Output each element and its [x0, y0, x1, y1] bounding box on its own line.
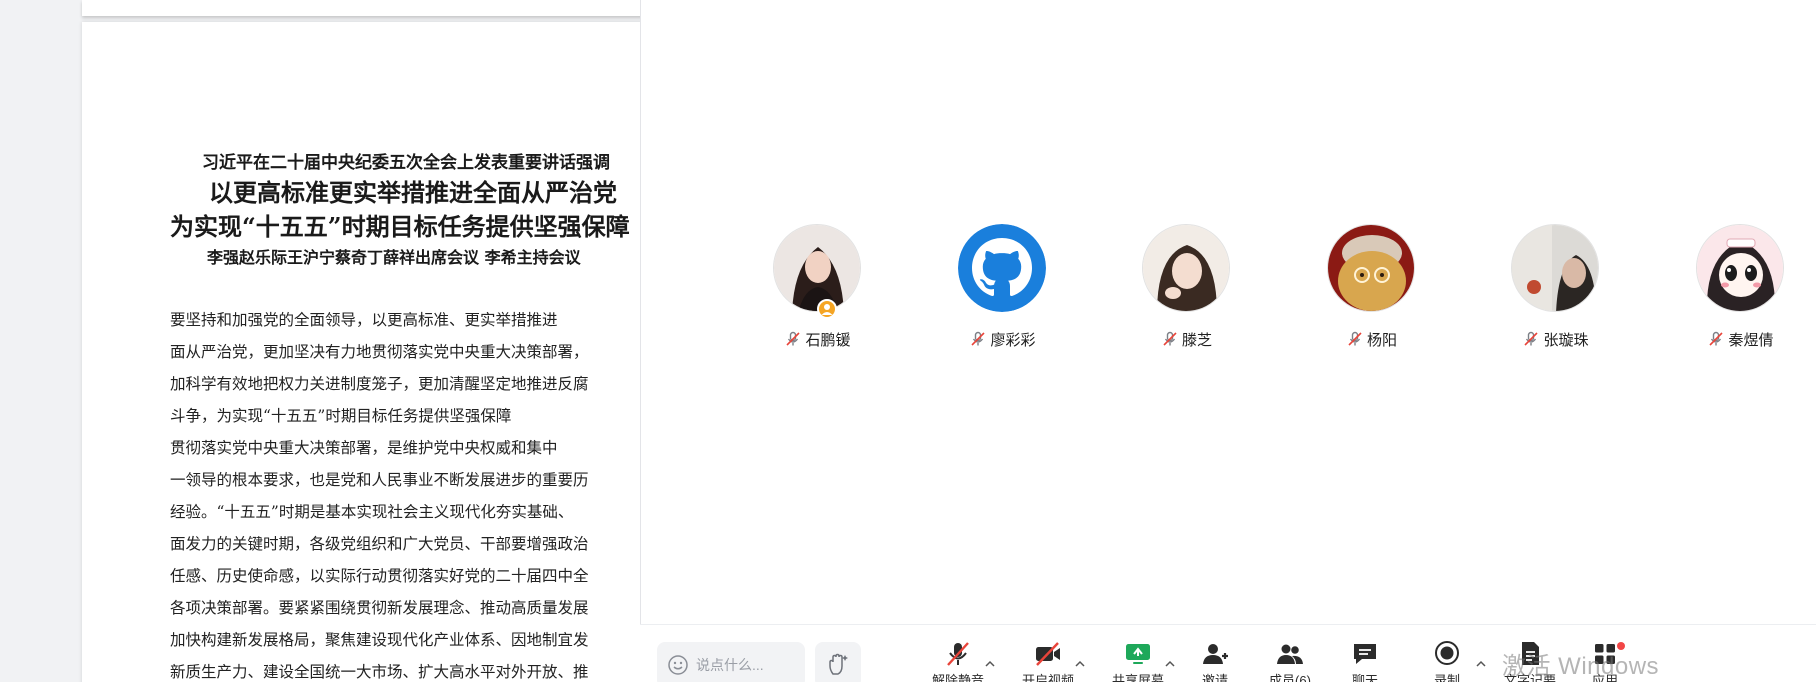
participant-tile[interactable]: 秦煜倩 [1666, 224, 1806, 354]
participant-name: 杨阳 [1366, 331, 1397, 349]
microphone-muted-icon [1163, 331, 1177, 346]
microphone-muted-icon [971, 331, 986, 346]
microphone-muted-icon [786, 331, 801, 346]
microphone-muted-icon [1524, 331, 1539, 346]
previous-page-edge [82, 0, 640, 16]
chat-icon [1354, 644, 1376, 664]
body-line: 各项决策部署。要紧紧围绕贯彻新发展理念、推动高质量发展 [170, 599, 589, 617]
plush-toy-photo-icon [1327, 224, 1415, 312]
record-icon [1435, 641, 1459, 665]
body-line: 贯彻落实党中央重大决策部署，是维护党中央权威和集中 [170, 439, 558, 457]
unmute-button[interactable]: 解除静音 [923, 640, 993, 682]
participant-name: 石鹏锾 [805, 331, 851, 349]
participant-name: 张璇珠 [1543, 331, 1589, 349]
article-kicker: 习近平在二十届中央纪委五次全会上发表重要讲话强调 [202, 153, 610, 173]
participant-grid: 石鹏锾 廖彩彩 滕芝 杨阳 张璇珠 秦煜倩 [641, 224, 1816, 354]
share-screen-button[interactable]: 共享屏幕 [1103, 640, 1173, 682]
article-headline-line-1: 以更高标准更实举措推进全面从严治党 [209, 178, 617, 207]
chevron-up-icon[interactable] [1074, 659, 1086, 669]
participant-label: 杨阳 [1297, 329, 1447, 349]
article-body: 要坚持和加强党的全面领导，以更高标准、更实举措推进 面从严治党，更加坚决有力地贯… [170, 304, 640, 682]
body-line: 加快构建新发展格局，聚焦建设现代化产业体系、因地制宜发 [170, 631, 589, 649]
members-label: 成员(6) [1269, 673, 1311, 682]
portrait-photo-icon [1142, 224, 1230, 312]
participant-tile[interactable]: 廖彩彩 [928, 224, 1068, 354]
quick-chat-input[interactable]: 说点什么... [657, 642, 805, 682]
participant-tile[interactable]: 杨阳 [1297, 224, 1437, 354]
body-line: 要坚持和加强党的全面领导，以更高标准、更实举措推进 [170, 311, 558, 329]
raise-hand-button[interactable] [815, 642, 861, 682]
document-viewer[interactable]: 习近平在二十届中央纪委五次全会上发表重要讲话强调 以更高标准更实举措推进全面从严… [0, 0, 640, 682]
microphone-muted-icon [1709, 331, 1724, 346]
body-line: 加科学有效地把权力关进制度笼子，更加清醒坚定地推进反腐 [170, 375, 589, 393]
document-page: 习近平在二十届中央纪委五次全会上发表重要讲话强调 以更高标准更实举措推进全面从严… [82, 22, 640, 682]
meeting-toolbar: 说点什么... 解除静音 开启视频 共享屏幕 邀请 成员(6) 聊天 录制 文字… [640, 624, 1816, 682]
participant-name: 秦煜倩 [1728, 331, 1774, 349]
members-icon [1277, 644, 1303, 664]
camera-off-icon [1036, 642, 1060, 666]
record-button[interactable]: 录制 [1412, 640, 1482, 682]
body-line: 经验。“十五五”时期是基本实现社会主义现代化夯实基础、 [170, 503, 574, 521]
github-logo-icon [958, 224, 1046, 312]
body-line: 新质生产力、建设全国统一大市场、扩大高水平对外开放、推 [170, 663, 589, 681]
article-subheadline: 李强赵乐际王沪宁蔡奇丁薛祥出席会议 李希主持会议 [207, 248, 581, 267]
body-line: 一领导的根本要求，也是党和人民事业不断发展进步的重要历 [170, 471, 589, 489]
invite-button[interactable]: 邀请 [1180, 640, 1250, 682]
host-badge-icon [817, 299, 837, 319]
chevron-up-icon[interactable] [1164, 659, 1176, 669]
chat-placeholder: 说点什么... [696, 657, 764, 673]
participant-label: 滕芝 [1112, 329, 1262, 349]
participant-name: 滕芝 [1181, 331, 1212, 349]
chat-label: 聊天 [1351, 673, 1378, 682]
body-line: 斗争，为实现“十五五”时期目标任务提供坚强保障 [170, 407, 512, 425]
windows-activation-watermark: 激活 Windows [1502, 653, 1660, 680]
participant-name: 廖彩彩 [990, 331, 1036, 349]
start-video-button[interactable]: 开启视频 [1013, 640, 1083, 682]
raise-hand-icon [829, 653, 848, 675]
emoji-icon[interactable] [667, 654, 689, 676]
members-button[interactable]: 成员(6) [1255, 640, 1325, 682]
share-screen-label: 共享屏幕 [1111, 673, 1164, 682]
start-video-label: 开启视频 [1021, 673, 1074, 682]
chevron-up-icon[interactable] [984, 659, 996, 669]
body-line: 任感、历史使命感，以实际行动贯彻落实好党的二十届四中全 [170, 567, 589, 585]
invite-label: 邀请 [1201, 673, 1228, 682]
participant-label: 张璇珠 [1481, 329, 1631, 349]
microphone-muted-icon [947, 642, 969, 666]
meeting-panel: 石鹏锾 廖彩彩 滕芝 杨阳 张璇珠 秦煜倩 [640, 0, 1816, 682]
participant-tile[interactable]: 张璇珠 [1481, 224, 1621, 354]
participant-label: 廖彩彩 [928, 329, 1078, 349]
share-screen-icon [1126, 644, 1150, 664]
body-line: 面发力的关键时期，各级党组织和广大党员、干部要增强政治 [170, 535, 589, 553]
chevron-up-icon[interactable] [1475, 659, 1487, 669]
participant-tile[interactable]: 滕芝 [1112, 224, 1252, 354]
cartoon-girl-icon [1696, 224, 1784, 312]
portrait-photo-icon [773, 224, 861, 312]
chat-button[interactable]: 聊天 [1330, 640, 1400, 682]
unmute-label: 解除静音 [931, 673, 984, 682]
participant-label: 秦煜倩 [1666, 329, 1816, 349]
participant-label: 石鹏锾 [743, 329, 893, 349]
add-person-icon [1203, 644, 1228, 664]
body-line: 面从严治党，更加坚决有力地贯彻落实党中央重大决策部署， [170, 343, 589, 361]
portrait-photo-icon [1511, 224, 1599, 312]
microphone-muted-icon [1348, 331, 1362, 346]
record-label: 录制 [1433, 673, 1460, 682]
participant-tile[interactable]: 石鹏锾 [743, 224, 883, 354]
article-headline-line-2: 为实现“十五五”时期目标任务提供坚强保障 [170, 212, 630, 241]
